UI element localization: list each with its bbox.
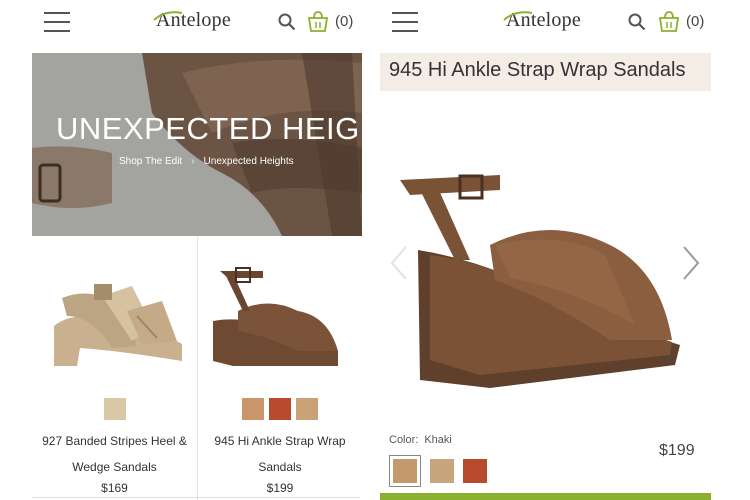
brand-logo[interactable]: Antelope bbox=[503, 9, 581, 32]
menu-button[interactable] bbox=[392, 12, 418, 32]
logo-swoosh-icon bbox=[503, 11, 533, 21]
breadcrumb: Shop The Edit › Unexpected Heights bbox=[119, 156, 294, 167]
chevron-right-icon[interactable] bbox=[680, 245, 702, 281]
product-title: 945 Hi Ankle Strap Wrap Sandals bbox=[389, 59, 686, 81]
product-name[interactable]: 927 Banded Stripes Heel & Wedge Sandals bbox=[32, 428, 197, 480]
search-icon[interactable] bbox=[628, 13, 646, 31]
color-swatch[interactable] bbox=[393, 459, 417, 483]
chevron-right-icon: › bbox=[191, 156, 195, 167]
product-image bbox=[54, 284, 182, 366]
color-swatch[interactable] bbox=[463, 459, 487, 483]
color-swatch[interactable] bbox=[296, 398, 318, 420]
search-icon[interactable] bbox=[278, 13, 296, 31]
product-title-bar: 945 Hi Ankle Strap Wrap Sandals bbox=[380, 53, 711, 91]
breadcrumb-link-shop-the-edit[interactable]: Shop The Edit bbox=[119, 156, 182, 167]
product-image bbox=[213, 267, 338, 366]
category-screen: Antelope (0) UNEXPECTED HEIGHTS Shop The… bbox=[0, 0, 362, 500]
color-swatches bbox=[32, 398, 197, 420]
menu-button[interactable] bbox=[44, 12, 70, 32]
shopping-basket-icon[interactable] bbox=[658, 11, 680, 33]
product-detail-screen: Antelope (0) 945 Hi Ankle Strap Wrap San… bbox=[370, 0, 722, 500]
divider bbox=[32, 497, 360, 498]
color-swatches bbox=[198, 398, 362, 420]
brand-logo[interactable]: Antelope bbox=[153, 9, 231, 32]
add-to-cart-button[interactable] bbox=[380, 493, 711, 500]
header: Antelope (0) bbox=[370, 0, 722, 48]
color-swatch[interactable] bbox=[242, 398, 264, 420]
logo-swoosh-icon bbox=[153, 11, 183, 21]
color-swatch[interactable] bbox=[103, 398, 126, 420]
product-card[interactable]: 945 Hi Ankle Strap Wrap Sandals $199 bbox=[197, 236, 362, 500]
product-price: $199 bbox=[266, 481, 294, 495]
color-swatch[interactable] bbox=[269, 398, 291, 420]
breadcrumb-current: Unexpected Heights bbox=[203, 156, 294, 167]
color-swatch[interactable] bbox=[430, 459, 454, 483]
hero-banner[interactable]: UNEXPECTED HEIGHTS Shop The Edit › Unexpec… bbox=[32, 53, 362, 236]
color-swatch-selected[interactable] bbox=[389, 455, 421, 487]
product-price: $199 bbox=[659, 442, 695, 459]
color-value: Khaki bbox=[424, 434, 452, 446]
color-label: Color: Khaki bbox=[389, 434, 452, 446]
cart-count[interactable]: (0) bbox=[335, 13, 353, 30]
header: Antelope (0) bbox=[0, 0, 362, 48]
color-label-text: Color: bbox=[389, 434, 419, 446]
product-image[interactable] bbox=[400, 160, 680, 390]
color-swatches bbox=[389, 455, 487, 487]
product-card[interactable]: 927 Banded Stripes Heel & Wedge Sandals … bbox=[32, 236, 197, 500]
product-name[interactable]: 945 Hi Ankle Strap Wrap Sandals bbox=[198, 428, 362, 480]
shopping-basket-icon[interactable] bbox=[307, 11, 329, 33]
hero-title: UNEXPECTED HEIGHTS bbox=[56, 111, 362, 146]
product-price: $169 bbox=[101, 481, 128, 495]
cart-count[interactable]: (0) bbox=[686, 13, 704, 30]
